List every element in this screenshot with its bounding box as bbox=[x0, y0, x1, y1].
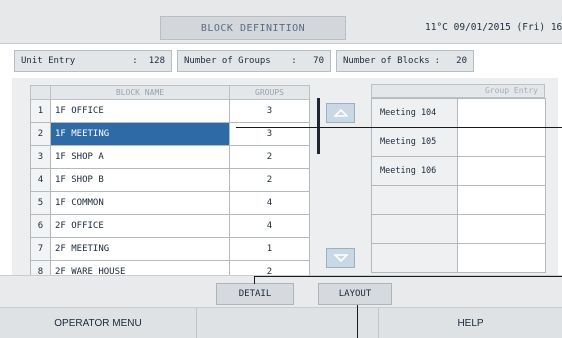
group-entry-table: Meeting 104 Meeting 105 Meeting 106 bbox=[371, 98, 546, 273]
block-row[interactable]: 7 2F MEETING 1 bbox=[30, 237, 310, 261]
block-row-number: 2 bbox=[30, 122, 51, 146]
block-row-number: 1 bbox=[30, 99, 51, 123]
group-entry-cell[interactable] bbox=[371, 185, 458, 215]
group-entry-cell[interactable] bbox=[371, 214, 458, 244]
groups-header: GROUPS bbox=[229, 85, 310, 100]
detail-button[interactable]: DETAIL bbox=[216, 283, 294, 305]
block-row-number: 7 bbox=[30, 237, 51, 261]
group-entry-cell[interactable] bbox=[457, 156, 546, 186]
block-row-name[interactable]: 1F SHOP B bbox=[50, 168, 230, 192]
block-row[interactable]: 5 1F COMMON 4 bbox=[30, 191, 310, 215]
block-row-number: 5 bbox=[30, 191, 51, 215]
number-of-groups-label: Number of Groups bbox=[184, 56, 271, 66]
block-row-selected[interactable]: 2 1F MEETING 3 bbox=[30, 122, 310, 146]
unit-entry-label: Unit Entry bbox=[21, 56, 76, 66]
group-entry-cell[interactable] bbox=[457, 98, 546, 128]
block-row-name[interactable]: 2F MEETING bbox=[50, 237, 230, 261]
unit-entry-value: 128 bbox=[148, 56, 165, 66]
operator-menu-button[interactable]: OPERATOR MENU bbox=[0, 308, 196, 338]
block-row[interactable]: 1 1F OFFICE 3 bbox=[30, 99, 310, 123]
block-row-name[interactable]: 1F COMMON bbox=[50, 191, 230, 215]
block-row-groups: 2 bbox=[229, 145, 310, 169]
number-of-blocks-info: Number of Blocks : 20 bbox=[336, 50, 474, 72]
block-row-name[interactable]: 1F OFFICE bbox=[50, 99, 230, 123]
group-entry-cell[interactable] bbox=[457, 214, 546, 244]
group-entry-row[interactable] bbox=[371, 214, 546, 244]
group-entry-row[interactable] bbox=[371, 243, 546, 273]
block-row-groups: 3 bbox=[229, 122, 310, 146]
scroll-down-button[interactable] bbox=[326, 248, 355, 268]
nav-divider bbox=[196, 308, 197, 338]
unit-entry-info: Unit Entry : 128 bbox=[14, 50, 172, 72]
block-row-groups: 4 bbox=[229, 214, 310, 238]
group-entry-row[interactable]: Meeting 105 bbox=[371, 127, 546, 157]
group-entry-row[interactable] bbox=[371, 185, 546, 215]
group-entry-cell[interactable] bbox=[457, 185, 546, 215]
scroll-up-button[interactable] bbox=[326, 103, 355, 123]
group-entry-cell[interactable] bbox=[457, 243, 546, 273]
block-row-groups: 1 bbox=[229, 237, 310, 261]
block-row-name[interactable]: 1F SHOP A bbox=[50, 145, 230, 169]
group-entry-cell[interactable] bbox=[371, 243, 458, 273]
number-of-groups-sep: : bbox=[291, 56, 297, 66]
block-name-header: BLOCK NAME bbox=[50, 85, 230, 100]
help-button[interactable]: HELP bbox=[379, 308, 562, 338]
block-number-header bbox=[30, 85, 51, 100]
group-entry-row[interactable]: Meeting 104 bbox=[371, 98, 546, 128]
block-row-number: 3 bbox=[30, 145, 51, 169]
block-row-groups: 3 bbox=[229, 99, 310, 123]
callout-line-detail bbox=[254, 276, 255, 284]
block-row-name[interactable]: 2F OFFICE bbox=[50, 214, 230, 238]
number-of-groups-info: Number of Groups : 70 bbox=[177, 50, 331, 72]
layout-button[interactable]: LAYOUT bbox=[318, 283, 392, 305]
block-row-groups: 4 bbox=[229, 191, 310, 215]
number-of-blocks-label: Number of Blocks bbox=[343, 56, 430, 66]
page-title: BLOCK DEFINITION bbox=[160, 16, 346, 40]
block-row[interactable]: 6 2F OFFICE 4 bbox=[30, 214, 310, 238]
group-entry-cell[interactable] bbox=[457, 127, 546, 157]
block-list-scrollbar[interactable] bbox=[317, 98, 320, 154]
block-row-number: 6 bbox=[30, 214, 51, 238]
callout-line-detail bbox=[254, 276, 562, 277]
group-entry-cell[interactable]: Meeting 105 bbox=[371, 127, 458, 157]
status-readout: 11°C 09/01/2015 (Fri) 16:03 bbox=[425, 22, 562, 33]
block-row[interactable]: 3 1F SHOP A 2 bbox=[30, 145, 310, 169]
callout-line-layout bbox=[357, 305, 358, 338]
triangle-up-icon bbox=[333, 109, 348, 117]
group-entry-title: Group Entry bbox=[371, 84, 545, 98]
number-of-groups-value: 70 bbox=[313, 56, 324, 66]
block-row[interactable]: 4 1F SHOP B 2 bbox=[30, 168, 310, 192]
number-of-blocks-value: 20 bbox=[456, 56, 467, 66]
unit-entry-sep: : bbox=[132, 56, 138, 66]
group-entry-cell[interactable]: Meeting 106 bbox=[371, 156, 458, 186]
block-table: BLOCK NAME GROUPS 1 1F OFFICE 3 2 1F MEE… bbox=[30, 85, 310, 284]
group-entry-cell[interactable]: Meeting 104 bbox=[371, 98, 458, 128]
triangle-down-icon bbox=[333, 254, 348, 262]
number-of-blocks-sep: : bbox=[434, 56, 441, 66]
callout-line-block-row bbox=[236, 127, 562, 128]
block-row-name[interactable]: 1F MEETING bbox=[50, 122, 230, 146]
block-row-number: 4 bbox=[30, 168, 51, 192]
block-row-groups: 2 bbox=[229, 168, 310, 192]
group-entry-row[interactable]: Meeting 106 bbox=[371, 156, 546, 186]
